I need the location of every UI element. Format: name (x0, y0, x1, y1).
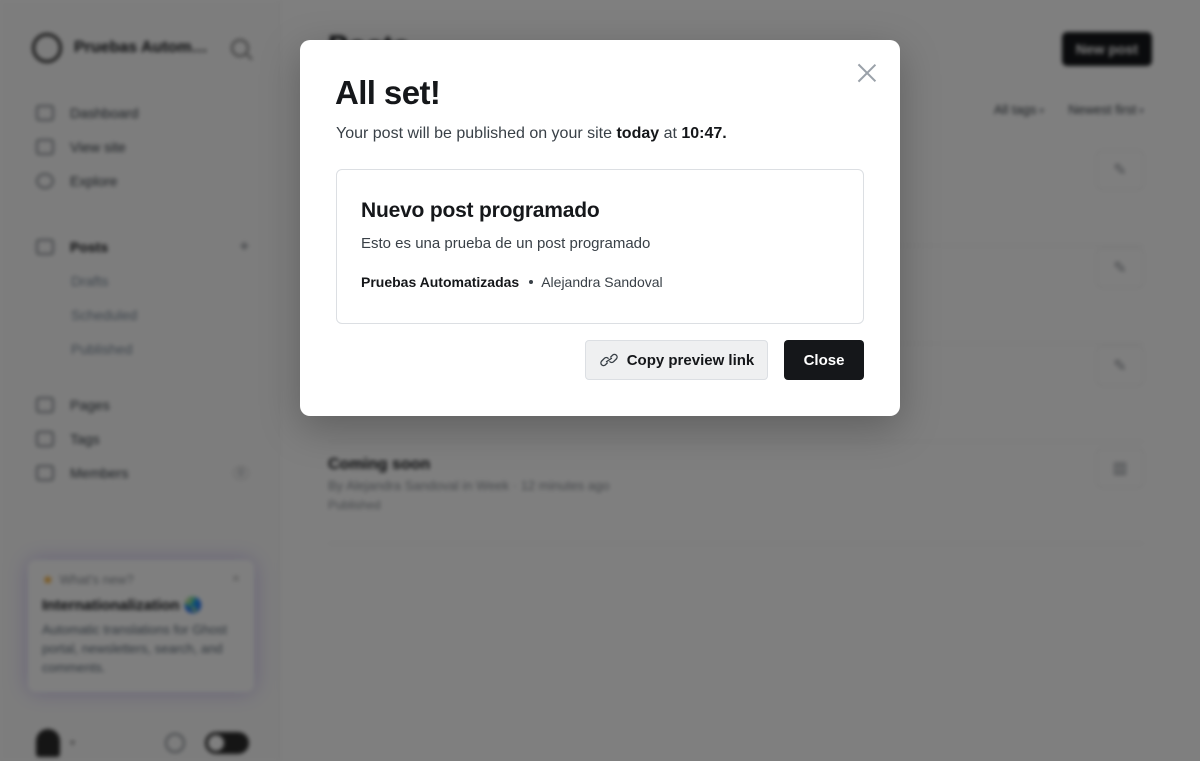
close-icon[interactable] (856, 62, 878, 84)
publish-message-at: at (659, 125, 682, 142)
post-preview-title: Nuevo post programado (361, 199, 600, 222)
copy-preview-link-label: Copy preview link (626, 351, 755, 369)
modal-title: All set! (335, 74, 441, 111)
close-button[interactable]: Close (784, 340, 864, 380)
publish-message: Your post will be published on your site… (336, 125, 727, 143)
post-preview-meta: Pruebas Automatizadas Alejandra Sandoval (361, 274, 663, 290)
post-preview-author: Alejandra Sandoval (541, 274, 663, 290)
post-preview-excerpt: Esto es una prueba de un post programado (361, 235, 651, 252)
separator-dot (529, 280, 534, 284)
post-preview-card: Nuevo post programado Esto es una prueba… (336, 169, 864, 324)
publish-day: today (616, 125, 660, 142)
copy-preview-link-button[interactable]: Copy preview link (585, 340, 768, 380)
post-preview-site: Pruebas Automatizadas (361, 274, 520, 290)
publish-time: 10:47. (681, 125, 727, 142)
publish-message-prefix: Your post will be published on your site (336, 125, 617, 142)
publish-confirmation-modal: All set! Your post will be published on … (300, 40, 900, 416)
link-icon (600, 353, 618, 367)
